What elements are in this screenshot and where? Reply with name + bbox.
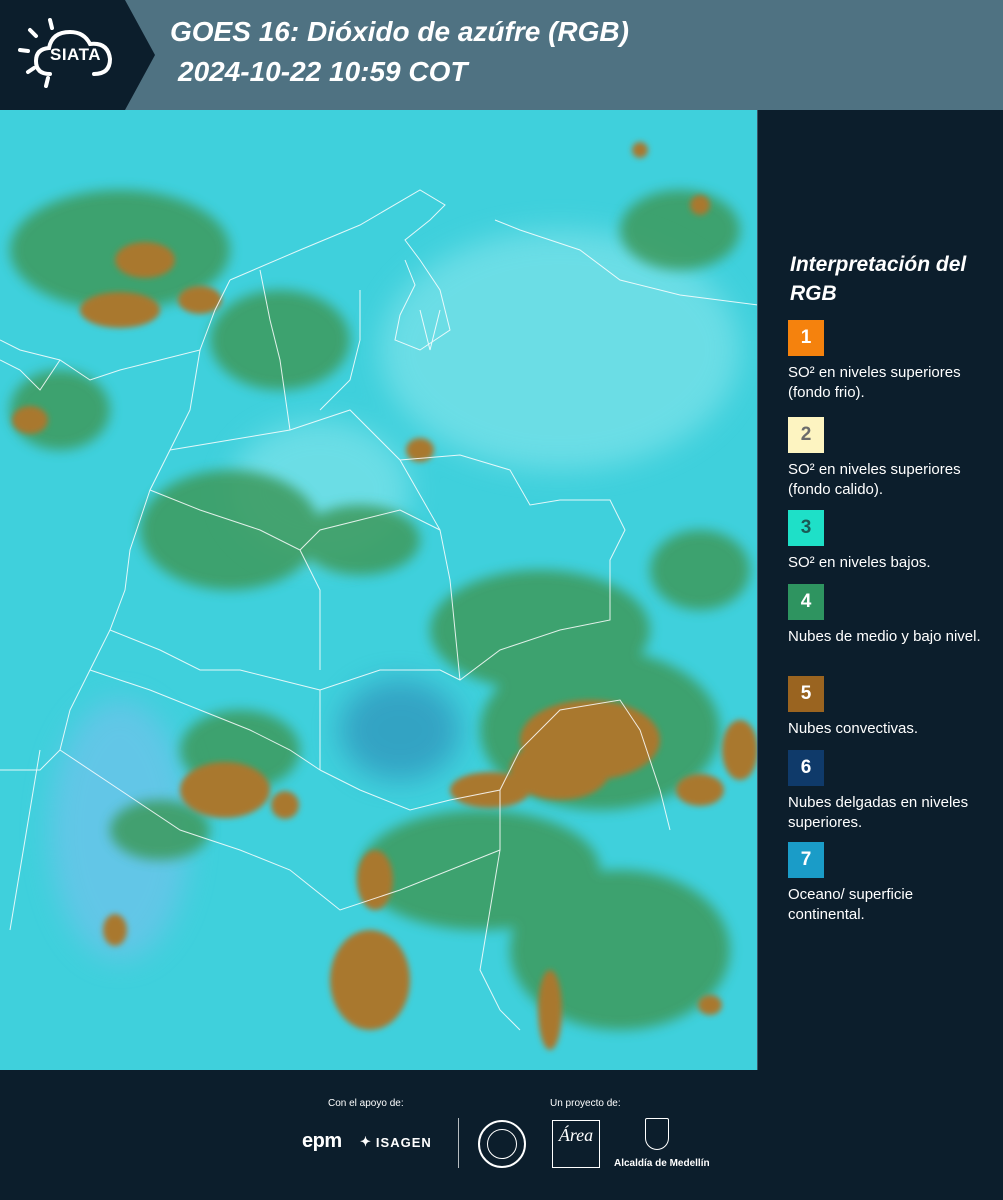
logo-text: SIATA [50,45,101,64]
legend-label-3: SO² en niveles bajos. [788,554,931,571]
legend-label-2: SO² en niveles superiores (fondo calido)… [788,461,961,498]
satellite-map[interactable] [0,110,758,1070]
legend-panel: Interpretación del RGB 1 SO² en niveles … [770,110,1003,1070]
legend-item-1: 1 SO² en niveles superiores (fondo frio)… [788,320,993,403]
isagen-star-icon: ✦ [360,1134,372,1149]
legend-item-5: 5 Nubes convectivas. [788,676,993,739]
support-label: Con el apoyo de: [328,1098,404,1109]
project-label: Un proyecto de: [550,1098,621,1109]
legend-label-6: Nubes delgadas en niveles superiores. [788,794,969,831]
legend-item-2: 2 SO² en niveles superiores (fondo calid… [788,417,993,500]
footer: Con el apoyo de: Un proyecto de: epm ✦ I… [0,1070,1003,1200]
legend-swatch-1: 1 [788,320,824,356]
legend-swatch-6: 6 [788,750,824,786]
goes16-so2-rgb-image [0,110,757,1070]
page-title: GOES 16: Dióxido de azúfre (RGB) [170,16,629,47]
isagen-text: ISAGEN [375,1134,432,1150]
legend-swatch-7: 7 [788,842,824,878]
legend-item-7: 7 Oceano/ superficie continental. [788,842,993,925]
legend-swatch-5: 5 [788,676,824,712]
isagen-logo[interactable]: ✦ ISAGEN [360,1134,432,1150]
legend-swatch-4: 4 [788,584,824,620]
alcaldia-shield-icon [645,1118,669,1150]
legend-swatch-2: 2 [788,417,824,453]
epm-logo[interactable]: epm [302,1130,342,1153]
alcaldia-logo[interactable]: Alcaldía de Medellín [614,1158,710,1169]
legend-swatch-3: 3 [788,510,824,546]
legend-item-4: 4 Nubes de medio y bajo nivel. [788,584,993,647]
legend-label-5: Nubes convectivas. [788,720,919,737]
footer-divider [458,1118,459,1168]
legend-item-3: 3 SO² en niveles bajos. [788,510,993,573]
legend-title: Interpretación del RGB [790,253,967,305]
legend-label-4: Nubes de medio y bajo nivel. [788,628,981,645]
siata-logo[interactable]: SIATA [0,0,155,110]
area-metropolitana-logo[interactable]: Área [552,1120,600,1168]
page-timestamp: 2024-10-22 10:59 COT [178,56,468,87]
legend-label-7: Oceano/ superficie continental. [788,886,914,923]
legend-item-6: 6 Nubes delgadas en niveles superiores. [788,750,993,833]
legend-label-1: SO² en niveles superiores (fondo frio). [788,364,961,401]
header: SIATA GOES 16: Dióxido de azúfre (RGB) 2… [0,0,1003,110]
medellin-seal-icon[interactable] [478,1120,526,1168]
